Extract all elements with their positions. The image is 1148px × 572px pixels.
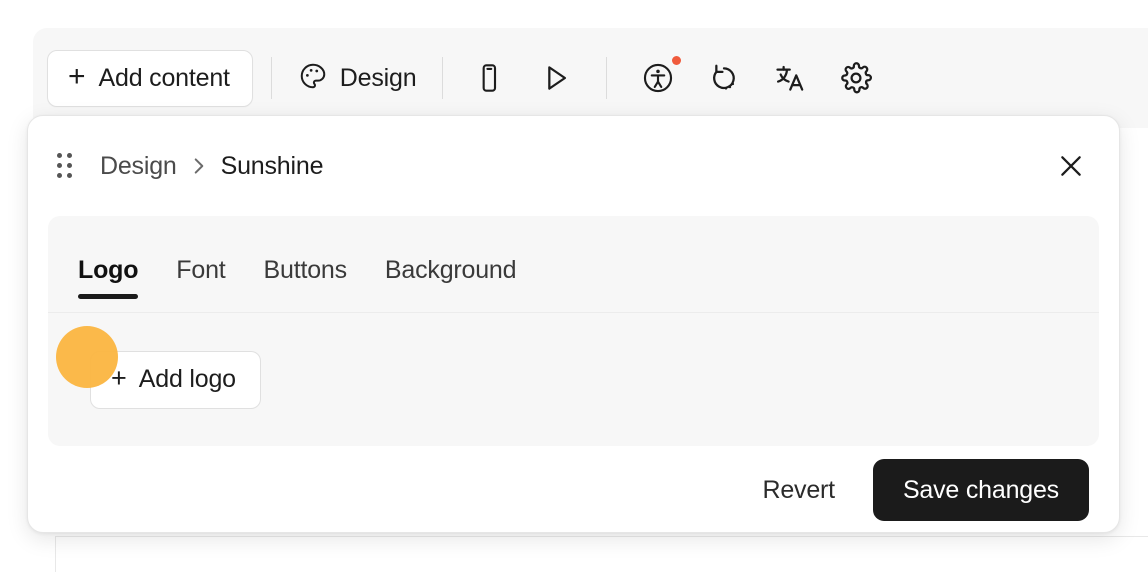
design-label: Design	[339, 63, 417, 92]
add-logo-button[interactable]: + Add logo	[90, 350, 261, 409]
save-changes-button[interactable]: Save changes	[872, 459, 1089, 521]
notification-badge	[672, 56, 682, 65]
plus-icon: +	[111, 362, 127, 393]
translate-icon[interactable]	[766, 54, 814, 102]
accessibility-icon[interactable]	[634, 54, 682, 102]
add-content-label: Add content	[98, 63, 230, 92]
app-root: + Add content Design Design Sunshine Log…	[0, 0, 1148, 572]
revert-button[interactable]: Revert	[751, 466, 847, 515]
logo-tab-panel: + Add logo	[48, 312, 1099, 446]
toolbar-divider-1	[270, 57, 272, 99]
design-panel: Design Sunshine Logo Font Buttons Backgr…	[27, 115, 1120, 533]
close-icon[interactable]	[1049, 144, 1093, 188]
play-preview-icon[interactable]	[531, 54, 579, 102]
undo-history-icon[interactable]	[700, 54, 748, 102]
gear-icon[interactable]	[832, 54, 880, 102]
toolbar-divider-2	[442, 57, 444, 99]
top-toolbar: + Add content Design	[33, 28, 1148, 128]
plus-icon: +	[68, 59, 86, 93]
panel-tabs: Logo Font Buttons Background	[48, 216, 1099, 312]
panel-header: Design Sunshine	[28, 116, 1119, 216]
toolbar-divider-3	[606, 57, 608, 99]
tab-background[interactable]: Background	[385, 256, 517, 312]
breadcrumb: Design Sunshine	[100, 152, 323, 181]
mobile-preview-icon[interactable]	[465, 54, 513, 102]
chevron-right-icon	[191, 155, 207, 177]
palette-icon	[298, 61, 328, 96]
tab-logo[interactable]: Logo	[78, 256, 139, 312]
tab-buttons[interactable]: Buttons	[264, 256, 348, 312]
design-button[interactable]: Design	[290, 55, 425, 102]
drag-handle-icon[interactable]	[50, 151, 80, 181]
canvas-edge	[55, 536, 1148, 572]
breadcrumb-current: Sunshine	[220, 151, 324, 180]
tab-font[interactable]: Font	[176, 256, 225, 312]
add-logo-label: Add logo	[138, 365, 236, 393]
breadcrumb-parent[interactable]: Design	[100, 152, 177, 181]
panel-footer: Revert Save changes	[28, 446, 1119, 532]
add-content-button[interactable]: + Add content	[47, 49, 253, 107]
